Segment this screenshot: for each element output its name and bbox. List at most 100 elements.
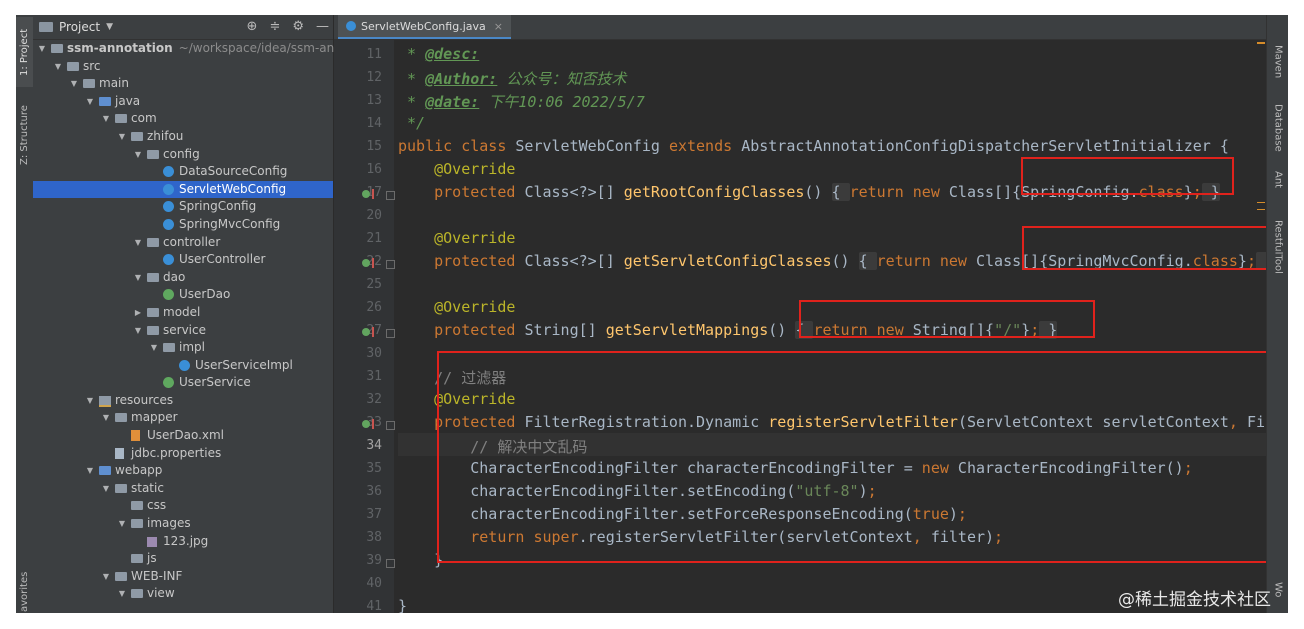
- favorites-tool-tab[interactable]: avorites: [16, 571, 33, 613]
- tree-item[interactable]: UserDao.xml: [33, 427, 333, 445]
- ant-tool-tab[interactable]: Ant: [1267, 165, 1288, 195]
- minimize-icon[interactable]: —: [316, 19, 329, 34]
- code-line[interactable]: * @Author: 公众号：知否技术: [398, 68, 626, 89]
- tree-item[interactable]: ▼ zhifou: [33, 128, 333, 146]
- tree-item[interactable]: ▼ service: [33, 322, 333, 340]
- gear-icon[interactable]: ⚙: [292, 19, 304, 34]
- tree-item[interactable]: jdbc.properties: [33, 445, 333, 463]
- chevron-down-icon[interactable]: ▼: [101, 568, 111, 586]
- chevron-down-icon[interactable]: ▼: [53, 58, 63, 76]
- collapse-icon[interactable]: ≑: [269, 19, 280, 34]
- chevron-right-icon[interactable]: ▶: [133, 304, 143, 322]
- override-arrow-icon[interactable]: [372, 327, 374, 337]
- tree-item[interactable]: UserDao: [33, 286, 333, 304]
- override-arrow-icon[interactable]: [372, 189, 374, 199]
- tree-item[interactable]: ▼ controller: [33, 234, 333, 252]
- tab-servletwebconfig[interactable]: ServletWebConfig.java ×: [338, 15, 511, 39]
- fold-toggle-icon[interactable]: [386, 421, 395, 430]
- code-line[interactable]: }: [398, 597, 407, 613]
- chevron-down-icon[interactable]: ▼: [69, 75, 79, 93]
- chevron-down-icon[interactable]: ▼: [117, 515, 127, 533]
- override-method-icon[interactable]: [362, 259, 370, 267]
- error-stripe-marker[interactable]: [1257, 202, 1265, 203]
- chevron-down-icon[interactable]: ▼: [149, 339, 159, 357]
- tree-item[interactable]: UserService: [33, 374, 333, 392]
- code-line[interactable]: */: [398, 114, 425, 132]
- tree-item[interactable]: ▼ resources: [33, 392, 333, 410]
- database-tool-tab[interactable]: Database: [1267, 93, 1288, 163]
- fold-toggle-icon[interactable]: [386, 260, 395, 269]
- tree-item[interactable]: ServletWebConfig: [33, 180, 333, 199]
- chevron-down-icon[interactable]: ▼: [117, 585, 127, 603]
- tree-item[interactable]: DataSourceConfig: [33, 163, 333, 181]
- fold-toggle-icon[interactable]: [386, 191, 395, 200]
- code-line[interactable]: @Override: [398, 229, 515, 247]
- code-line[interactable]: * @desc:: [398, 45, 479, 63]
- fold-toggle-icon[interactable]: [386, 559, 395, 568]
- tree-item[interactable]: ▼ webapp: [33, 462, 333, 480]
- code-line[interactable]: * @date: 下午10:06 2022/5/7: [398, 91, 645, 112]
- code-token: (): [804, 183, 832, 201]
- tree-item[interactable]: ▼ java: [33, 93, 333, 111]
- tree-item[interactable]: UserServiceImpl: [33, 357, 333, 375]
- restfultool-tool-tab[interactable]: RestfulTool: [1267, 207, 1288, 287]
- tree-item[interactable]: ▼ ssm-annotation ~/workspace/idea/ssm-anno: [33, 40, 349, 58]
- close-icon[interactable]: ×: [494, 20, 503, 33]
- code-line[interactable]: public class ServletWebConfig extends Ab…: [398, 137, 1229, 155]
- maven-tool-tab[interactable]: Maven: [1267, 37, 1288, 87]
- folder-icon: [147, 307, 159, 317]
- fold-toggle-icon[interactable]: [386, 329, 395, 338]
- folder-icon: [163, 343, 175, 353]
- tree-item[interactable]: ▼ static: [33, 480, 333, 498]
- chevron-down-icon[interactable]: ▼: [85, 93, 95, 111]
- line-number: 15: [366, 139, 382, 154]
- chevron-down-icon[interactable]: ▼: [117, 128, 127, 146]
- chevron-down-icon[interactable]: ▼: [133, 322, 143, 340]
- tree-item[interactable]: ▼ WEB-INF: [33, 568, 333, 586]
- chevron-down-icon[interactable]: ▼: [85, 462, 95, 480]
- chevron-down-icon[interactable]: ▼: [133, 146, 143, 164]
- tree-item[interactable]: ▶ model: [33, 304, 333, 322]
- tree-item-label: webapp: [115, 463, 163, 478]
- override-method-icon[interactable]: [362, 190, 370, 198]
- chevron-down-icon[interactable]: ▼: [106, 22, 113, 32]
- chevron-down-icon[interactable]: ▼: [101, 409, 111, 427]
- tree-item[interactable]: SpringConfig: [33, 198, 333, 216]
- structure-tool-tab[interactable]: Z: Structure: [16, 95, 33, 175]
- tree-item[interactable]: ▼ dao: [33, 269, 333, 287]
- tree-item[interactable]: UserController: [33, 251, 333, 269]
- tree-item[interactable]: SpringMvcConfig: [33, 216, 333, 234]
- override-arrow-icon[interactable]: [372, 419, 374, 429]
- chevron-down-icon[interactable]: ▼: [133, 269, 143, 287]
- code-token: @Author:: [425, 70, 498, 88]
- tree-item[interactable]: css: [33, 497, 333, 515]
- tree-item[interactable]: ▼ config: [33, 146, 333, 164]
- chevron-down-icon[interactable]: ▼: [85, 392, 95, 410]
- tree-item[interactable]: ▼ com: [33, 110, 333, 128]
- tree-item[interactable]: ▼ mapper: [33, 409, 333, 427]
- tree-item[interactable]: ▼ main: [33, 75, 333, 93]
- code-line[interactable]: @Override: [398, 298, 515, 316]
- locate-icon[interactable]: ⊕: [247, 19, 258, 34]
- tree-item[interactable]: ▼ src: [33, 58, 333, 76]
- chevron-down-icon[interactable]: ▼: [101, 480, 111, 498]
- tree-item[interactable]: ▼ impl: [33, 339, 333, 357]
- tree-item[interactable]: js: [33, 550, 333, 568]
- tree-item-label: zhifou: [147, 128, 184, 143]
- java-class-icon: [163, 201, 174, 213]
- error-stripe-marker[interactable]: [1257, 42, 1265, 44]
- error-stripe-marker[interactable]: [1257, 209, 1265, 210]
- tree-item[interactable]: 123.jpg: [33, 533, 333, 551]
- chevron-down-icon[interactable]: ▼: [133, 234, 143, 252]
- chevron-down-icon[interactable]: ▼: [37, 40, 47, 58]
- tree-item[interactable]: ▼ view: [33, 585, 333, 603]
- override-method-icon[interactable]: [362, 420, 370, 428]
- tree-item[interactable]: ▼ images: [33, 515, 333, 533]
- code-line[interactable]: @Override: [398, 160, 515, 178]
- tree-item-label: src: [83, 58, 101, 73]
- override-arrow-icon[interactable]: [372, 258, 374, 268]
- override-method-icon[interactable]: [362, 328, 370, 336]
- project-tool-tab[interactable]: 1: Project: [16, 17, 33, 87]
- line-number-gutter: 11 12 13 14 15 16 17 20 21 22 25 26 27 30 31 32 33 34 35 36…: [334, 40, 395, 613]
- chevron-down-icon[interactable]: ▼: [101, 110, 111, 128]
